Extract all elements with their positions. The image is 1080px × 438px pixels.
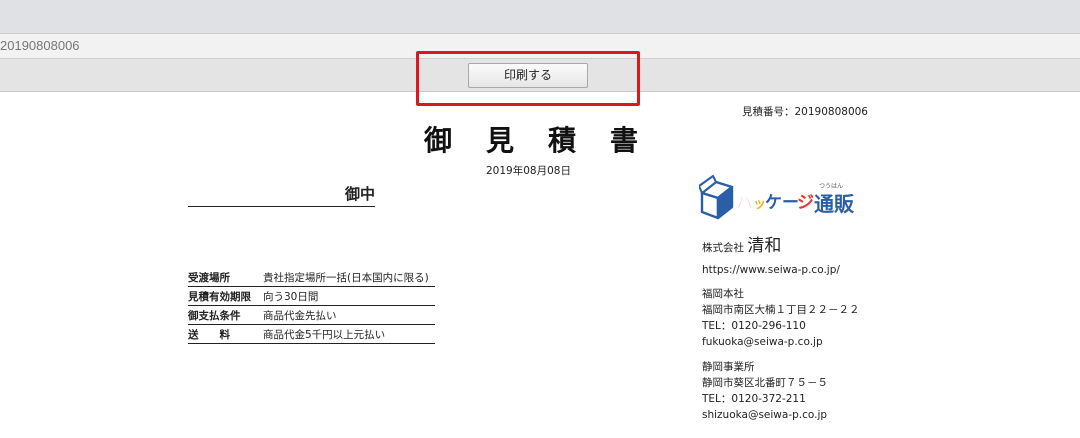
company-name-prefix: 株式会社 <box>702 242 744 254</box>
table-row: 見積有効期限 向う30日間 <box>188 286 435 306</box>
office-address: 福岡市南区大楠１丁目２２－２２ <box>702 304 860 316</box>
title-char: 御 <box>424 124 453 157</box>
office-name: 福岡本社 <box>702 288 744 300</box>
office-address: 静岡市葵区北番町７５－５ <box>702 377 828 389</box>
office-name: 静岡事業所 <box>702 361 755 373</box>
highlight-box <box>416 51 640 106</box>
address-text[interactable]: 20190808006 <box>0 38 80 53</box>
recipient-suffix: 御中 <box>344 185 375 203</box>
company-name-row: 株式会社 清和 <box>702 238 902 262</box>
issue-date: 2019年08月08日 <box>486 165 571 177</box>
title-char: 積 <box>547 124 576 157</box>
document-title: 御 見 積 書 <box>424 121 638 157</box>
term-label: 御支払条件 <box>188 305 263 325</box>
office-email[interactable]: fukuoka@seiwa-p.co.jp <box>702 334 902 350</box>
term-value: 向う30日間 <box>263 286 435 306</box>
office-email[interactable]: shizuoka@seiwa-p.co.jp <box>702 407 902 423</box>
svg-text:ジ: ジ <box>797 193 814 213</box>
term-label: 送 料 <box>188 324 263 344</box>
svg-text:販: 販 <box>834 192 855 216</box>
terms-table: 受渡場所 貴社指定場所一括(日本国内に限る) 見積有効期限 向う30日間 御支払… <box>188 268 435 344</box>
table-row: 送 料 商品代金5千円以上元払い <box>188 324 435 344</box>
term-label: 見積有効期限 <box>188 286 263 306</box>
term-value: 商品代金先払い <box>263 305 435 325</box>
recipient-line: 御中 <box>188 183 375 207</box>
company-name: 清和 <box>747 236 782 256</box>
browser-tab-strip <box>0 0 1080 33</box>
svg-text:通: 通 <box>814 192 834 216</box>
svg-text:つうはん: つうはん <box>819 183 843 190</box>
company-url[interactable]: https://www.seiwa-p.co.jp/ <box>702 262 902 286</box>
title-char: 見 <box>485 124 514 157</box>
office-tel: TEL：0120-296-110 <box>702 320 806 332</box>
company-logo: パ ッ ケ ー ジ 通 販 つうはん <box>699 175 855 220</box>
term-label: 受渡場所 <box>188 268 263 287</box>
table-row: 受渡場所 貴社指定場所一括(日本国内に限る) <box>188 268 435 287</box>
svg-text:ケ: ケ <box>765 193 782 213</box>
company-info: 株式会社 清和 https://www.seiwa-p.co.jp/ 福岡本社 … <box>702 238 902 423</box>
estimate-number: 見積番号：20190808006 <box>742 106 868 118</box>
term-value: 商品代金5千円以上元払い <box>263 324 435 344</box>
office-tel: TEL：0120-372-211 <box>702 393 806 405</box>
table-row: 御支払条件 商品代金先払い <box>188 305 435 325</box>
svg-text:パ: パ <box>736 193 753 213</box>
title-char: 書 <box>609 124 638 157</box>
box-icon <box>699 175 734 220</box>
term-value: 貴社指定場所一括(日本国内に限る) <box>263 268 435 287</box>
